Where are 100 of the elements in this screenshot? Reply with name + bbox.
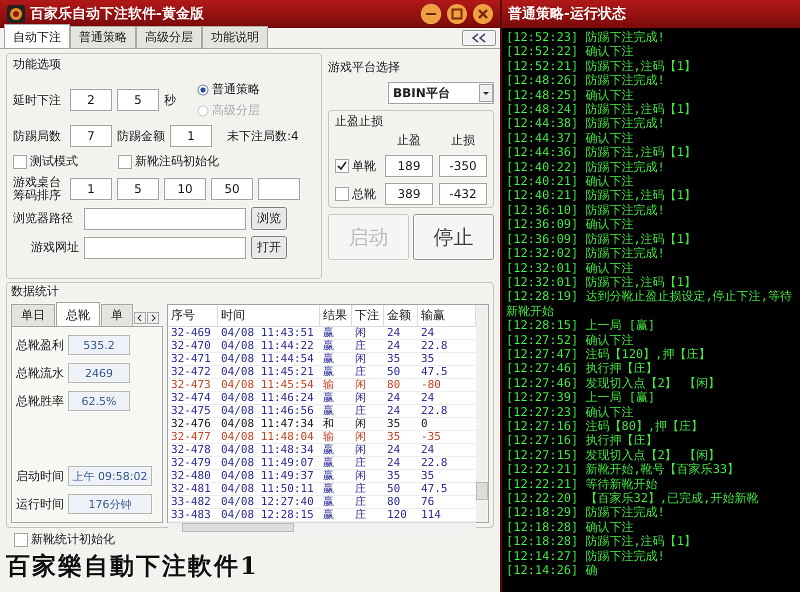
stat-label: 总靴流水 (16, 364, 64, 382)
field-label: 游戏桌台筹码排序 (13, 176, 62, 202)
limit-checkbox[interactable]: 单靴 (335, 158, 379, 174)
chip-field[interactable]: 5 (117, 178, 159, 200)
table-cell-text: 04/08 11:48:04 (220, 431, 315, 443)
action-button[interactable]: 停止 (413, 214, 494, 260)
chip-field[interactable]: 50 (211, 178, 253, 200)
stats-tab[interactable]: 总靴 (56, 302, 100, 326)
field-label: 防踢金额 (117, 128, 165, 144)
vertical-scrollbar[interactable] (476, 305, 488, 522)
option-checkbox[interactable]: 新靴注码初始化 (118, 153, 219, 170)
chip-field[interactable]: 1 (70, 178, 112, 200)
table-cell-text: 04/08 11:47:34 (220, 418, 315, 430)
strategy-radio[interactable]: 普通策略 (197, 81, 260, 98)
table-cell-text: 35 (420, 470, 436, 482)
table-cell-text: 24 (386, 405, 402, 417)
close-button[interactable] (472, 3, 494, 25)
open-button[interactable]: 打开 (251, 236, 287, 260)
column-header[interactable]: 序号 (168, 305, 218, 327)
table-cell-text: 80 (386, 379, 402, 391)
limit-field[interactable]: -350 (439, 155, 487, 177)
maximize-button[interactable] (446, 3, 468, 25)
minimize-button[interactable] (420, 3, 442, 25)
table-cell-text: 22.8 (420, 405, 448, 417)
table-cell-text: 04/08 12:28:15 (220, 509, 315, 521)
chip-field[interactable] (258, 178, 300, 200)
log-entry: [12:18:29] 防踢下注完成! (506, 505, 666, 520)
kick-amount-field[interactable]: 1 (170, 125, 212, 147)
log-entry: [12:44:36] 防踢下注,注码【1】 (506, 145, 697, 160)
table-cell-text: 赢 (322, 327, 335, 339)
group-title: 止盈止损 (335, 113, 384, 130)
log-entry: [12:18:28] 确认下注 (506, 520, 634, 534)
table-cell-text: 04/08 11:46:24 (220, 392, 315, 404)
table-cell-text: 22.8 (420, 340, 448, 352)
field-label: 浏览器路径 (13, 210, 74, 228)
table-cell-text: 输 (322, 431, 335, 443)
tab[interactable]: 功能说明 (202, 26, 268, 48)
limit-checkbox[interactable]: 总靴 (335, 186, 379, 202)
table-cell-text: 赢 (322, 444, 335, 456)
log-entry: [12:44:37] 确认下注 (506, 130, 634, 146)
table-cell-text: 35 (386, 470, 402, 482)
stat-value: 535.2 (68, 335, 130, 355)
browser-path-field[interactable] (84, 208, 246, 230)
limit-field[interactable]: 389 (385, 183, 433, 205)
table-cell-text: 赢 (322, 392, 335, 404)
option-checkbox[interactable]: 测试模式 (13, 153, 78, 170)
tab[interactable]: 自动下注 (4, 24, 70, 48)
table-cell-text: 04/08 11:44:54 (220, 353, 315, 365)
chevron-right-icon[interactable] (147, 312, 159, 324)
log-entry: [12:48:25] 确认下注 (506, 88, 634, 102)
stat-value: 2469 (68, 363, 130, 383)
column-header[interactable]: 金额 (384, 305, 418, 327)
log-entry: [12:27:15] 发现切入点【2】 【闲】 (506, 448, 721, 462)
delay-field[interactable]: 5 (117, 89, 159, 111)
table-cell-text: 04/08 12:27:40 (220, 496, 315, 508)
log-entry: [12:27:46] 执行押【庄】 (506, 361, 658, 376)
table-cell-text: 50 (386, 366, 402, 378)
table-cell-text: 32-480 (170, 470, 212, 482)
table-cell-text: 和 (322, 418, 335, 430)
table-cell-text: 04/08 11:50:11 (220, 483, 315, 495)
stats-tab[interactable]: 单日 (11, 304, 55, 326)
table-cell-text: 闲 (354, 327, 367, 339)
limit-field[interactable]: -432 (439, 183, 487, 205)
column-header[interactable]: 时间 (218, 305, 320, 327)
table-cell-text: 32-470 (170, 340, 212, 352)
tab[interactable]: 高级分层 (136, 26, 202, 48)
table-cell-text: 32-474 (170, 392, 212, 404)
table-cell-text: 赢 (322, 457, 335, 469)
chevron-left-icon[interactable] (134, 312, 146, 324)
collapse-icon[interactable] (462, 30, 496, 46)
table-cell-text: 32-473 (170, 379, 212, 391)
browse-button[interactable]: 浏览 (251, 207, 287, 230)
table-cell-text: 32-477 (170, 431, 212, 443)
radio-icon[interactable] (197, 84, 209, 96)
stat-value: 176分钟 (68, 494, 152, 514)
column-header[interactable]: 下注 (352, 305, 384, 327)
log-entry: [12:44:38] 防踢下注完成! (506, 116, 666, 131)
log-entry: [12:27:16] 注码【80】,押【庄】 (506, 418, 704, 434)
table-cell-text: 04/08 11:45:21 (220, 366, 315, 378)
table-cell-text: 47.5 (420, 483, 448, 495)
chip-field[interactable]: 10 (164, 178, 206, 200)
platform-dropdown[interactable]: BBIN平台 (388, 82, 494, 104)
stats-tab[interactable]: 单 (101, 304, 133, 326)
game-url-field[interactable] (84, 236, 246, 259)
delay-field[interactable]: 2 (70, 89, 112, 111)
table-cell-text: 24 (386, 340, 402, 352)
column-header[interactable]: 结果 (320, 305, 352, 327)
table-cell-text: 35 (386, 418, 402, 430)
tab[interactable]: 普通策略 (70, 26, 136, 48)
pending-rounds-text: 未下注局数:4 (227, 128, 299, 144)
reset-checkbox[interactable]: 新靴统计初始化 (14, 531, 494, 548)
kick-rounds-field[interactable]: 7 (70, 125, 112, 147)
group-title: 数据统计 (11, 283, 60, 300)
stat-label: 启动时间 (16, 468, 64, 484)
log-entry: [12:27:16] 执行押【庄】 (506, 433, 658, 448)
window-title: 百家乐自动下注软件-黄金版 (30, 5, 204, 23)
table-cell-text: 04/08 11:45:54 (220, 379, 315, 391)
field-label: 防踢局数 (13, 128, 62, 144)
limit-field[interactable]: 189 (385, 155, 433, 177)
table-cell-text: 闲 (354, 379, 367, 391)
